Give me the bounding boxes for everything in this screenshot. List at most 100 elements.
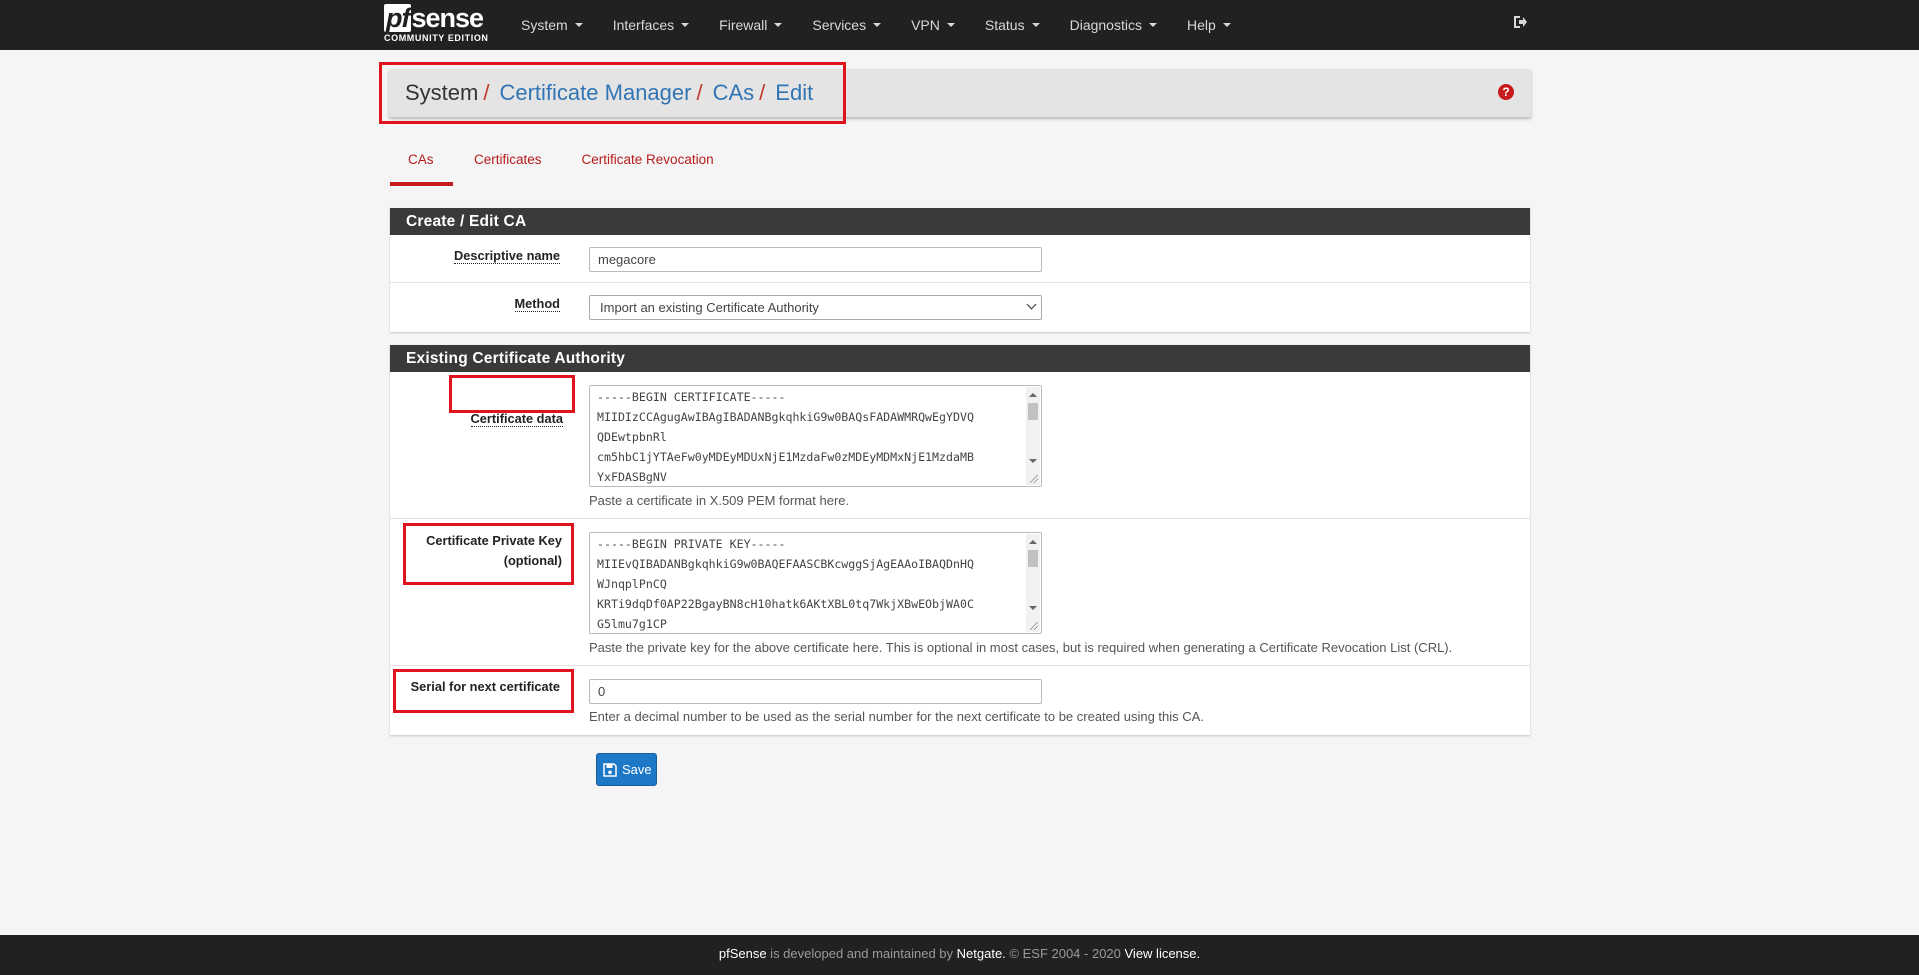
caret-down-icon	[681, 23, 690, 27]
breadcrumb-panel: System / Certificate Manager / CAs / Edi…	[389, 69, 1531, 117]
panel-heading: Existing Certificate Authority	[390, 345, 1530, 372]
breadcrumb-system: System	[405, 80, 479, 105]
tab-certificate-revocation[interactable]: Certificate Revocation	[562, 140, 734, 186]
method-row: Method Import an existing Certificate Au…	[390, 283, 1530, 332]
menu-diagnostics[interactable]: Diagnostics	[1055, 0, 1172, 50]
footer-copyright: © ESF 2004 - 2020	[1005, 946, 1125, 961]
textarea-line: cm5hbC1jYTAeFw0yMDEyMDUxNjE1MzdaFw0zMDEy…	[597, 450, 974, 464]
descriptive-name-input[interactable]: megacore	[589, 247, 1042, 272]
pfsense-logo[interactable]: pfsense COMMUNITY EDITION	[384, 4, 494, 46]
footer-text: is developed and maintained by	[766, 946, 957, 961]
footer: pfSense is developed and maintained by N…	[0, 935, 1919, 975]
logo-edition: COMMUNITY EDITION	[384, 33, 489, 43]
scroll-down-arrow-icon[interactable]	[1029, 606, 1037, 610]
menu-services[interactable]: Services	[797, 0, 896, 50]
private-key-help: Paste the private key for the above cert…	[589, 640, 1453, 655]
private-key-label-line1: Certificate Private Key	[426, 533, 562, 548]
caret-down-icon	[774, 23, 783, 27]
breadcrumb-edit[interactable]: Edit	[775, 80, 813, 106]
breadcrumb-separator: /	[696, 80, 703, 105]
serial-input[interactable]: 0	[589, 679, 1042, 704]
menu-label: VPN	[911, 17, 940, 33]
create-edit-ca-panel: Create / Edit CA Descriptive name megaco…	[390, 208, 1530, 332]
menu-label: Services	[812, 17, 867, 33]
private-key-content: -----BEGIN PRIVATE KEY----- MIIEvQIBADANB…	[590, 533, 1041, 633]
tab-label: Certificate Revocation	[581, 152, 714, 167]
breadcrumb-separator: /	[759, 80, 766, 105]
menu-system[interactable]: System	[506, 0, 598, 50]
textarea-line: QDEwtpbnRl	[597, 430, 667, 444]
breadcrumb-separator: /	[483, 80, 490, 105]
tab-label: Certificates	[474, 152, 542, 167]
serial-row: Serial for next certificate 0 Enter a de…	[390, 666, 1530, 735]
textarea-line: MIIDIzCCAgugAwIBAgIBADANBgkqhkiG9w0BAQsF…	[597, 410, 974, 424]
caret-down-icon	[1148, 23, 1157, 27]
scrollbar-thumb[interactable]	[1028, 550, 1038, 567]
menu-label: Firewall	[719, 17, 768, 33]
sign-out-icon[interactable]	[1512, 14, 1528, 30]
tab-bar: CAs Certificates Certificate Revocation	[390, 140, 734, 186]
scroll-up-arrow-icon[interactable]	[1029, 393, 1037, 397]
menu-help[interactable]: Help	[1172, 0, 1246, 50]
certificate-data-row: Certificate data -----BEGIN CERTIFICATE-…	[390, 372, 1530, 519]
menu-firewall[interactable]: Firewall	[704, 0, 797, 50]
private-key-row: Certificate Private Key (optional) -----…	[390, 519, 1530, 666]
menu-label: Help	[1186, 17, 1216, 33]
question-circle-icon[interactable]: ?	[1498, 84, 1514, 100]
menu-status[interactable]: Status	[970, 0, 1055, 50]
footer-license-link[interactable]: View license.	[1125, 946, 1201, 961]
scroll-down-arrow-icon[interactable]	[1029, 459, 1037, 463]
method-select[interactable]: Import an existing Certificate Authority	[589, 295, 1042, 320]
serial-label: Serial for next certificate	[410, 679, 560, 694]
save-button-label: Save	[622, 762, 652, 777]
top-navbar: pfsense COMMUNITY EDITION System Interfa…	[0, 0, 1919, 50]
certificate-data-content: -----BEGIN CERTIFICATE----- MIIDIzCCAgugA…	[590, 386, 1041, 486]
footer-product: pfSense	[718, 946, 767, 961]
textarea-line: -----BEGIN CERTIFICATE-----	[597, 390, 786, 404]
main-menu: System Interfaces Firewall Services VPN …	[506, 0, 1246, 50]
certificate-data-label: Certificate data	[470, 411, 563, 427]
caret-down-icon	[1031, 23, 1040, 27]
save-icon	[603, 762, 617, 777]
resize-handle-icon[interactable]	[1026, 618, 1040, 632]
descriptive-name-label: Descriptive name	[454, 248, 560, 264]
menu-interfaces[interactable]: Interfaces	[598, 0, 704, 50]
caret-down-icon	[873, 23, 882, 27]
descriptive-name-row: Descriptive name megacore	[390, 235, 1530, 283]
certificate-data-help: Paste a certificate in X.509 PEM format …	[589, 493, 850, 508]
resize-handle-icon[interactable]	[1026, 471, 1040, 485]
footer-company-link[interactable]: Netgate.	[957, 946, 1006, 961]
tab-certificates[interactable]: Certificates	[453, 140, 562, 186]
private-key-textarea[interactable]: -----BEGIN PRIVATE KEY----- MIIEvQIBADANB…	[589, 532, 1042, 634]
tab-label: CAs	[408, 152, 434, 167]
textarea-line: WJnqplPnCQ	[597, 577, 667, 591]
certificate-data-textarea[interactable]: -----BEGIN CERTIFICATE----- MIIDIzCCAgugA…	[589, 385, 1042, 487]
caret-down-icon	[946, 23, 955, 27]
textarea-line: -----BEGIN PRIVATE KEY-----	[597, 537, 786, 551]
serial-help: Enter a decimal number to be used as the…	[589, 709, 1204, 724]
logo-pf: pf	[384, 3, 412, 33]
save-button[interactable]: Save	[596, 753, 657, 786]
scroll-up-arrow-icon[interactable]	[1029, 540, 1037, 544]
menu-vpn[interactable]: VPN	[896, 0, 970, 50]
menu-label: System	[521, 17, 568, 33]
textarea-line: YxFDASBgNV	[597, 470, 667, 484]
existing-ca-panel: Existing Certificate Authority Certifica…	[390, 345, 1530, 735]
logo-sense: sense	[411, 3, 484, 33]
textarea-line: G5lmu7g1CP	[597, 617, 667, 631]
menu-label: Status	[984, 17, 1025, 33]
scrollbar-thumb[interactable]	[1028, 403, 1038, 420]
textarea-line: MIIEvQIBADANBgkqhkiG9w0BAQEFAASCBKcwggSj…	[597, 557, 974, 571]
tab-cas[interactable]: CAs	[390, 140, 453, 186]
breadcrumb-cas[interactable]: CAs	[713, 80, 755, 106]
breadcrumb: System / Certificate Manager / CAs / Edi…	[405, 80, 813, 106]
private-key-label: Certificate Private Key (optional)	[426, 531, 562, 571]
breadcrumb-certificate-manager[interactable]: Certificate Manager	[499, 80, 691, 106]
menu-label: Interfaces	[612, 17, 675, 33]
chevron-down-icon	[1026, 299, 1037, 310]
caret-down-icon	[574, 23, 583, 27]
menu-label: Diagnostics	[1069, 17, 1142, 33]
method-label: Method	[514, 296, 560, 312]
textarea-line: KRTi9dqDf0AP22BgayBN8cH10hatk6AKtXBL0tq7…	[597, 597, 974, 611]
caret-down-icon	[1222, 23, 1231, 27]
